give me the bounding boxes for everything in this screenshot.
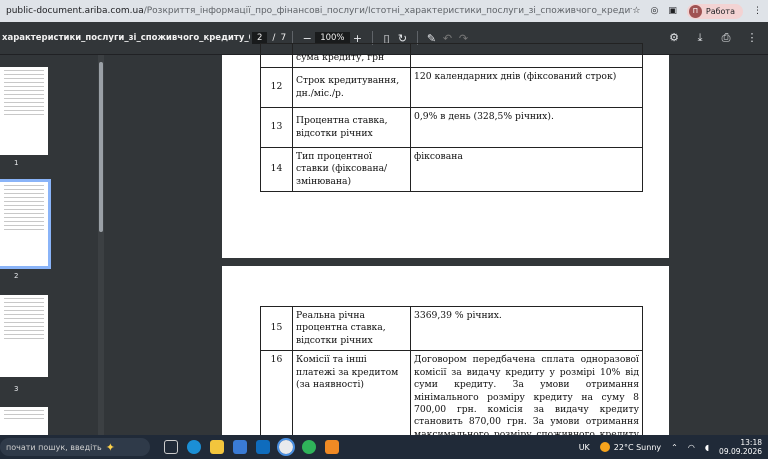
credit-terms-table: сума кредиту, грн 12 Строк кредитування,… <box>260 43 643 193</box>
thumbnail-page-1[interactable] <box>0 67 48 155</box>
row-value <box>410 43 643 68</box>
menu-icon[interactable]: ⋮ <box>753 6 762 16</box>
chat-icon[interactable] <box>302 440 316 454</box>
bookmark-star-icon[interactable]: ☆ <box>632 6 640 16</box>
profile-label: Работа <box>705 6 735 16</box>
pdf-file-name: характеристики_послуги_зі_споживчого_кре… <box>2 33 250 43</box>
download-icon[interactable]: ⤓ <box>692 31 708 45</box>
thumbnail-page-3[interactable] <box>0 295 48 377</box>
row-label: Строк кредитування, дн./міс./р. <box>292 67 411 108</box>
table-row: сума кредиту, грн <box>260 43 643 68</box>
thumbnail-number: 3 <box>14 385 19 393</box>
system-tray: UK 22°C Sunny ⌃ ◠ ◖ 13:18 09.09.2026 <box>579 438 768 456</box>
thumbnail-page-4[interactable] <box>0 407 48 435</box>
url-field[interactable]: public-document.ariba.com.ua/Розкриття_і… <box>0 6 632 16</box>
search-placeholder: почати пошук, введіть <box>6 442 102 452</box>
row-value: 0,9% в день (328,5% річних). <box>410 107 643 148</box>
thumbnail-page-2[interactable] <box>0 179 51 269</box>
thumbnail-number: 2 <box>14 272 19 280</box>
row-label: Процентна ставка, відсотки річних <box>292 107 411 148</box>
weather-text: 22°C Sunny <box>613 442 662 452</box>
page-total: 7 <box>280 33 287 43</box>
row-number <box>260 43 293 68</box>
row-number: 14 <box>260 146 293 193</box>
row-label: Комісії та інші платежі за кредитом (за … <box>292 350 411 435</box>
pdf-page-2: 15 Реальна річна процентна ставка, відсо… <box>222 266 669 435</box>
volume-icon[interactable]: ◖ <box>705 443 709 452</box>
copilot-sparkle-icon: ✦ <box>105 440 115 454</box>
store-icon[interactable] <box>233 440 247 454</box>
task-view-icon[interactable] <box>164 440 178 454</box>
taskbar-search[interactable]: почати пошук, введіть ✦ <box>0 438 150 456</box>
row-number: 15 <box>260 305 293 352</box>
row-number: 13 <box>260 107 293 148</box>
table-row: 15 Реальна річна процентна ставка, відсо… <box>260 305 643 352</box>
sidebar-scrollbar-thumb[interactable] <box>99 62 103 232</box>
thumbnail-sidebar: 1 2 3 <box>0 55 98 435</box>
browser-address-bar: public-document.ariba.com.ua/Розкриття_і… <box>0 0 768 22</box>
table-row: 12 Строк кредитування, дн./міс./р. 120 к… <box>260 67 643 108</box>
extension-icon[interactable]: ◎ <box>651 6 659 16</box>
row-value: 120 календарних днів (фіксований строк) <box>410 67 643 108</box>
clock-date: 09.09.2026 <box>719 447 762 456</box>
url-path: /Розкриття_інформації_про_фінансові_посл… <box>143 6 633 16</box>
url-host: public-document.ariba.com.ua <box>6 6 144 16</box>
table-row: 14 Тип процентної ставки (фіксована/змін… <box>260 146 643 193</box>
print-icon[interactable]: ⎙ <box>718 31 734 45</box>
table-row: 13 Процентна ставка, відсотки річних 0,9… <box>260 107 643 148</box>
chevron-up-icon[interactable]: ⌃ <box>671 443 678 452</box>
row-label: Реальна річна процентна ставка, відсотки… <box>292 305 411 352</box>
weather-widget[interactable]: 22°C Sunny <box>599 442 662 452</box>
settings-icon[interactable]: ⚙ <box>666 31 682 45</box>
sun-icon <box>599 442 610 452</box>
row-label: Тип процентної ставки (фіксована/змінюва… <box>292 146 411 193</box>
table-row: 16 Комісії та інші платежі за кредитом (… <box>260 350 643 435</box>
chrome-icon[interactable] <box>277 438 295 456</box>
puzzle-icon[interactable]: ▣ <box>668 6 677 16</box>
taskbar-apps <box>164 438 339 456</box>
windows-taskbar: почати пошук, введіть ✦ UK 22°C Sunny ⌃ … <box>0 435 768 459</box>
more-icon[interactable]: ⋮ <box>744 31 760 45</box>
row-value: фіксована <box>410 146 643 193</box>
pdf-page-1: сума кредиту, грн 12 Строк кредитування,… <box>222 43 669 258</box>
clock-time: 13:18 <box>740 438 762 447</box>
row-number: 12 <box>260 67 293 108</box>
row-value: Договором передбачена сплата одноразової… <box>410 350 643 435</box>
credit-terms-table: 15 Реальна річна процентна ставка, відсо… <box>260 305 643 435</box>
app-icon[interactable] <box>325 440 339 454</box>
row-number: 16 <box>260 350 293 435</box>
mouse-cursor-icon: ↖ <box>364 200 373 211</box>
clock[interactable]: 13:18 09.09.2026 <box>719 438 762 456</box>
thumbnail-number: 1 <box>14 159 19 167</box>
edge-icon[interactable] <box>187 440 201 454</box>
avatar: П <box>688 4 702 18</box>
language-indicator[interactable]: UK <box>579 443 590 452</box>
profile-button[interactable]: П Работа <box>686 3 743 19</box>
row-label: сума кредиту, грн <box>292 43 411 68</box>
file-explorer-icon[interactable] <box>210 440 224 454</box>
outlook-icon[interactable] <box>256 440 270 454</box>
row-value: 3369,39 % річних. <box>410 305 643 352</box>
network-icon[interactable]: ◠ <box>688 443 695 452</box>
page-separator: / <box>272 33 276 43</box>
